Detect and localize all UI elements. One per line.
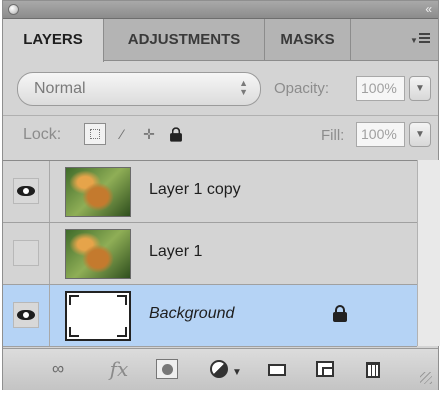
visibility-toggle[interactable]	[13, 178, 39, 204]
panel-tabs: LAYERS ADJUSTMENTS MASKS ▼	[3, 19, 438, 62]
layer-thumbnail[interactable]	[65, 229, 131, 279]
layer-name[interactable]: Layer 1 copy	[149, 181, 241, 199]
layer-style-fx-icon[interactable]: fx	[106, 359, 132, 379]
lock-label: Lock:	[23, 126, 62, 143]
layer-name[interactable]: Layer 1	[149, 243, 202, 261]
visibility-cell[interactable]	[3, 161, 50, 222]
eye-icon	[17, 186, 35, 196]
panel-menu-icon	[419, 33, 430, 45]
adjustment-layer-icon[interactable]: ▼	[208, 359, 242, 379]
updown-arrows-icon: ▲ ▼	[239, 78, 248, 97]
blend-mode-value: Normal	[34, 80, 86, 97]
panel-menu-arrow-icon: ▼	[410, 36, 418, 45]
lock-image-pixels-icon[interactable]: ⁄	[111, 123, 133, 145]
delete-layer-trash-icon[interactable]	[364, 359, 384, 379]
collapse-panel-icon[interactable]: «	[425, 2, 432, 16]
layers-panel: « LAYERS ADJUSTMENTS MASKS ▼ Normal ▲ ▼ O…	[2, 0, 440, 390]
divider	[3, 115, 438, 116]
fill-input[interactable]: 100%	[356, 122, 405, 147]
layer-name[interactable]: Background	[149, 305, 234, 323]
visibility-cell[interactable]	[3, 223, 50, 284]
tab-adjustments[interactable]: ADJUSTMENTS	[104, 19, 265, 61]
tab-layers[interactable]: LAYERS	[3, 19, 104, 62]
visibility-toggle[interactable]	[13, 302, 39, 328]
eye-icon	[17, 310, 35, 320]
visibility-cell[interactable]	[3, 285, 50, 346]
blend-mode-select[interactable]: Normal ▲ ▼	[17, 72, 261, 106]
opacity-input[interactable]: 100%	[356, 76, 405, 101]
add-mask-icon[interactable]	[156, 359, 178, 379]
layer-thumbnail[interactable]	[65, 291, 131, 341]
lock-position-icon[interactable]: ✛	[138, 123, 160, 145]
panel-title-bar: «	[3, 1, 438, 19]
lock-all-icon[interactable]	[165, 123, 187, 145]
lock-glyph	[170, 127, 182, 142]
layers-list: Layer 1 copy Layer 1 Background	[3, 160, 417, 347]
opacity-dropdown-button[interactable]: ▼	[409, 76, 431, 101]
opacity-label: Opacity:	[274, 80, 330, 97]
layers-scrollbar[interactable]	[417, 160, 440, 346]
link-layers-icon[interactable]: ∞	[43, 359, 73, 379]
visibility-toggle[interactable]	[13, 240, 39, 266]
layer-row[interactable]: Layer 1 copy	[3, 161, 417, 223]
panel-menu-button[interactable]: ▼	[410, 32, 430, 46]
close-panel-button[interactable]	[8, 4, 19, 15]
new-group-folder-icon[interactable]	[268, 359, 288, 379]
layer-row[interactable]: Layer 1	[3, 223, 417, 285]
new-layer-icon[interactable]	[316, 359, 336, 379]
lock-transparent-pixels-icon[interactable]	[84, 123, 106, 145]
panel-footer: ∞ fx ▼	[3, 348, 438, 390]
tab-masks[interactable]: MASKS	[265, 19, 351, 61]
layer-lock-icon	[333, 305, 347, 322]
fill-dropdown-button[interactable]: ▼	[409, 122, 431, 147]
fill-label: Fill:	[321, 127, 345, 144]
layer-row-selected[interactable]: Background	[3, 285, 417, 347]
layer-thumbnail[interactable]	[65, 167, 131, 217]
resize-grip-icon[interactable]	[420, 372, 432, 384]
